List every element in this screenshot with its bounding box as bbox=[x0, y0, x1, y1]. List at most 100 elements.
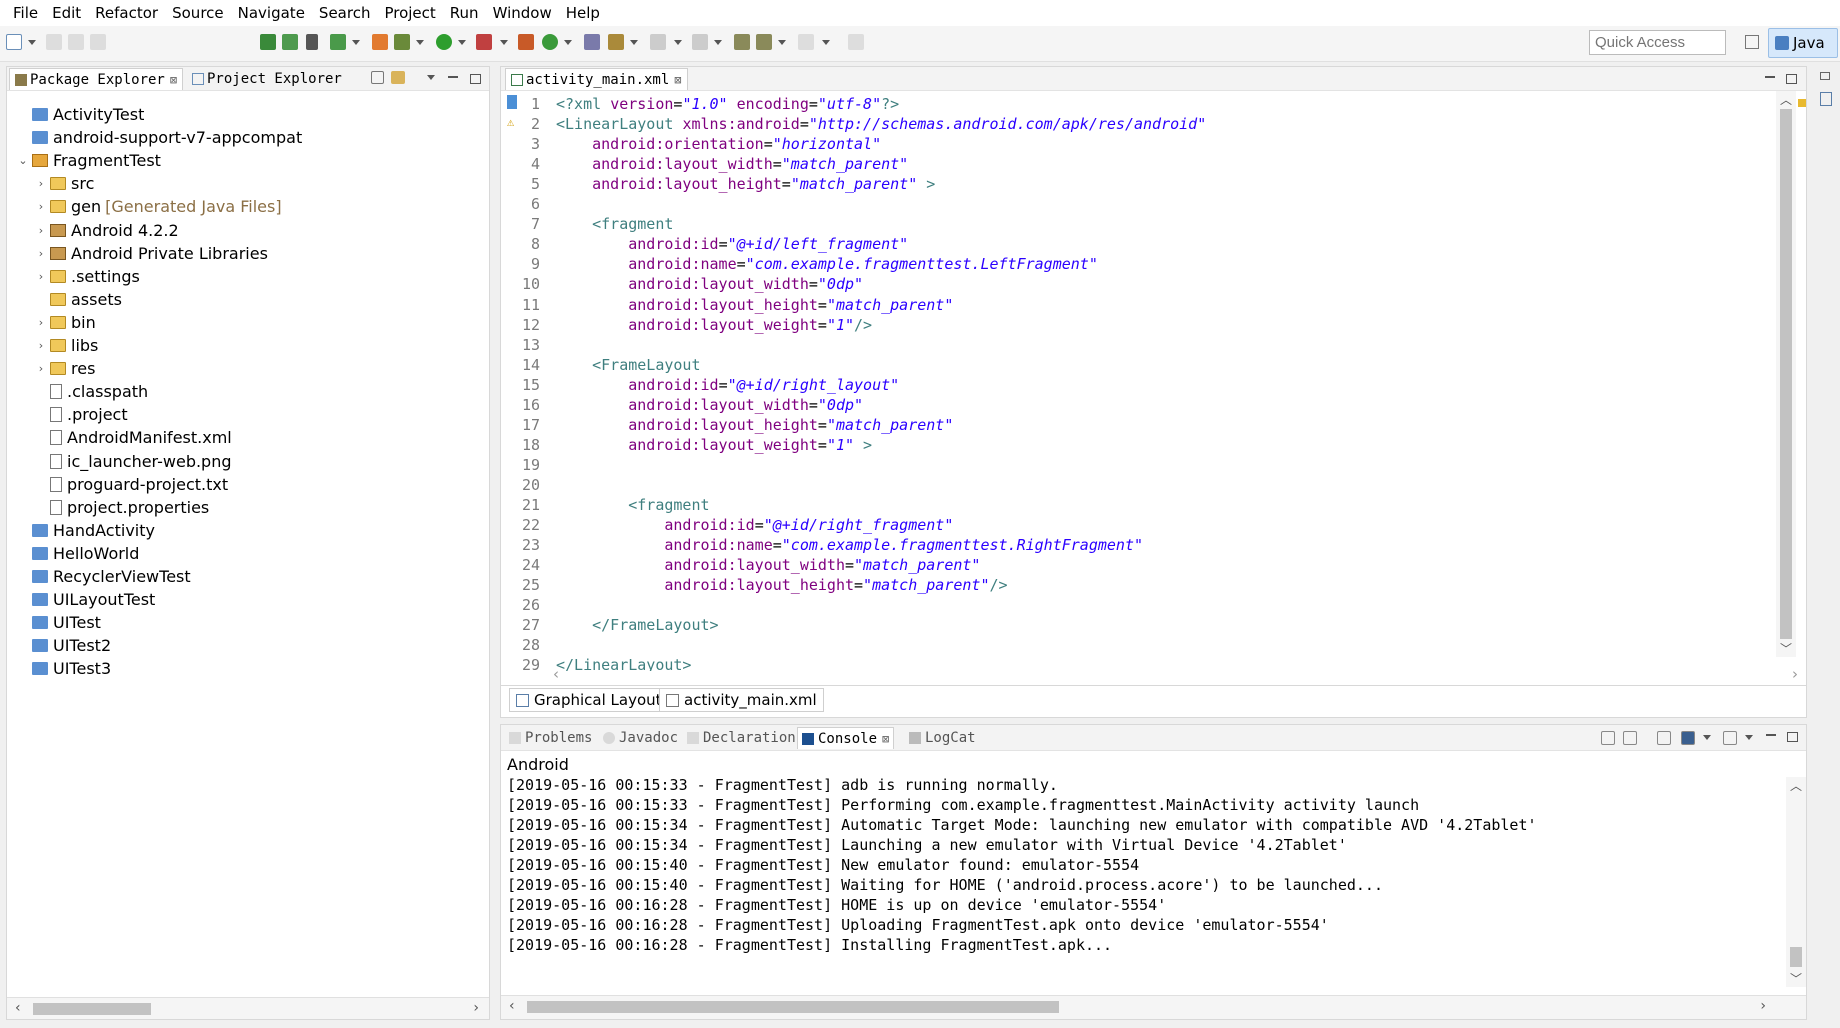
restore-icon[interactable] bbox=[1820, 72, 1830, 80]
minimize-icon[interactable] bbox=[1766, 734, 1776, 736]
quick-access-input[interactable] bbox=[1589, 30, 1726, 55]
tab-project-explorer[interactable]: Project Explorer bbox=[187, 68, 347, 90]
tree-item[interactable]: android-support-v7-appcompat bbox=[17, 126, 302, 149]
maximize-icon[interactable] bbox=[470, 74, 481, 84]
editor-hscroll[interactable]: ‹ › bbox=[553, 665, 1798, 683]
avd-manager-icon[interactable] bbox=[282, 34, 298, 50]
tree-item[interactable]: › bin bbox=[35, 311, 96, 334]
run-dropdown-icon[interactable] bbox=[458, 40, 466, 45]
next-annotation-dropdown-icon[interactable] bbox=[674, 40, 682, 45]
overview-ruler-warning-icon[interactable] bbox=[1798, 99, 1806, 107]
external-tools-icon[interactable] bbox=[476, 34, 492, 50]
debug-icon[interactable] bbox=[394, 34, 410, 50]
open-console-icon[interactable] bbox=[1723, 731, 1737, 745]
clear-console-icon[interactable] bbox=[1601, 731, 1615, 745]
chevron-right-icon[interactable]: › bbox=[35, 339, 47, 352]
tab-logcat[interactable]: LogCat bbox=[905, 727, 980, 749]
menu-window[interactable]: Window bbox=[486, 1, 559, 25]
java-perspective-button[interactable]: Java bbox=[1768, 28, 1838, 58]
tab-xml-source[interactable]: activity_main.xml bbox=[659, 688, 824, 712]
previous-annotation-icon[interactable] bbox=[692, 34, 708, 50]
package-explorer-hscroll[interactable]: ‹ › bbox=[7, 997, 489, 1019]
display-selected-console-icon[interactable] bbox=[1681, 731, 1695, 745]
menu-run[interactable]: Run bbox=[443, 1, 486, 25]
code-editor[interactable]: ⚠ 1 <?xml version="1.0" encoding="utf-8"?… bbox=[501, 91, 1806, 671]
new-java-class-icon[interactable] bbox=[542, 34, 558, 50]
scroll-left-icon[interactable]: ‹ bbox=[509, 998, 515, 1014]
scroll-thumb[interactable] bbox=[527, 1001, 1059, 1013]
outline-view-icon[interactable] bbox=[1820, 92, 1832, 106]
link-with-editor-icon[interactable] bbox=[391, 71, 405, 84]
print-icon[interactable] bbox=[90, 34, 106, 50]
new-class-dropdown-icon[interactable] bbox=[564, 40, 572, 45]
tree-item[interactable]: project.properties bbox=[35, 496, 209, 519]
tree-item[interactable]: HelloWorld bbox=[17, 542, 139, 565]
menu-edit[interactable]: Edit bbox=[45, 1, 88, 25]
lint-icon[interactable] bbox=[306, 34, 318, 50]
tab-package-explorer[interactable]: Package Explorer ⊠ bbox=[9, 68, 184, 90]
scroll-thumb[interactable] bbox=[33, 1003, 151, 1015]
chevron-down-icon[interactable]: ⌄ bbox=[17, 154, 29, 167]
tab-activity-main-xml[interactable]: activity_main.xml ⊠ bbox=[505, 68, 688, 90]
previous-annotation-dropdown-icon[interactable] bbox=[714, 40, 722, 45]
new-icon[interactable] bbox=[6, 34, 22, 50]
new-dropdown-icon[interactable] bbox=[28, 40, 36, 45]
tree-item[interactable]: assets bbox=[35, 288, 122, 311]
menu-source[interactable]: Source bbox=[165, 1, 231, 25]
scroll-up-icon[interactable]: ︿ bbox=[1780, 91, 1792, 108]
tree-item[interactable]: › Android 4.2.2 bbox=[35, 219, 179, 242]
last-edit-location-icon[interactable] bbox=[734, 34, 750, 50]
tree-item[interactable]: UITest2 bbox=[17, 634, 111, 657]
checklist-dropdown-icon[interactable] bbox=[352, 40, 360, 45]
console-vscroll[interactable]: ︿ ﹀ bbox=[1786, 777, 1806, 987]
tab-javadoc[interactable]: Javadoc bbox=[599, 727, 682, 749]
scroll-down-icon[interactable]: ﹀ bbox=[1780, 640, 1792, 657]
tab-problems[interactable]: Problems bbox=[505, 727, 596, 749]
back-icon[interactable] bbox=[756, 34, 772, 50]
scroll-lock-icon[interactable] bbox=[1623, 731, 1637, 745]
chevron-right-icon[interactable]: › bbox=[35, 270, 47, 283]
scroll-left-icon[interactable]: ‹ bbox=[553, 665, 559, 683]
tab-console[interactable]: Console ⊠ bbox=[797, 727, 895, 749]
tab-declaration[interactable]: Declaration bbox=[683, 727, 800, 749]
console-output[interactable]: [2019-05-16 00:15:33 - FragmentTest] adb… bbox=[507, 775, 1776, 955]
new-android-project-icon[interactable] bbox=[372, 34, 388, 50]
view-menu-icon[interactable] bbox=[427, 75, 435, 80]
tree-item[interactable]: proguard-project.txt bbox=[35, 473, 228, 496]
tree-item[interactable]: › gen [Generated Java Files] bbox=[35, 195, 282, 218]
tree-item[interactable]: HandActivity bbox=[17, 519, 155, 542]
save-icon[interactable] bbox=[46, 34, 62, 50]
back-dropdown-icon[interactable] bbox=[778, 40, 786, 45]
maximize-icon[interactable] bbox=[1786, 74, 1797, 84]
debug-dropdown-icon[interactable] bbox=[416, 40, 424, 45]
chevron-right-icon[interactable]: › bbox=[35, 247, 47, 260]
external-tools-dropdown-icon[interactable] bbox=[500, 40, 508, 45]
menu-navigate[interactable]: Navigate bbox=[231, 1, 312, 25]
close-icon[interactable]: ⊠ bbox=[170, 73, 177, 87]
android-sdk-manager-icon[interactable] bbox=[260, 34, 276, 50]
chevron-right-icon[interactable]: › bbox=[35, 200, 47, 213]
search-icon[interactable] bbox=[608, 34, 624, 50]
save-all-icon[interactable] bbox=[68, 34, 84, 50]
forward-icon[interactable] bbox=[798, 34, 814, 50]
tree-item[interactable]: ActivityTest bbox=[17, 103, 144, 126]
run-icon[interactable] bbox=[436, 34, 452, 50]
tab-graphical-layout[interactable]: Graphical Layout bbox=[509, 688, 668, 712]
scroll-thumb[interactable] bbox=[1790, 947, 1802, 967]
open-console-dropdown-icon[interactable] bbox=[1745, 735, 1753, 740]
tree-item[interactable]: › .settings bbox=[35, 265, 140, 288]
tree-item[interactable]: ic_launcher-web.png bbox=[35, 450, 232, 473]
scroll-thumb[interactable] bbox=[1780, 109, 1792, 639]
forward-dropdown-icon[interactable] bbox=[822, 40, 830, 45]
tree-item[interactable]: AndroidManifest.xml bbox=[35, 426, 232, 449]
close-icon[interactable]: ⊠ bbox=[882, 732, 889, 746]
menu-project[interactable]: Project bbox=[377, 1, 442, 25]
tree-item[interactable]: UITest3 bbox=[17, 657, 111, 680]
collapse-all-icon[interactable] bbox=[371, 71, 384, 84]
next-annotation-icon[interactable] bbox=[650, 34, 666, 50]
chevron-right-icon[interactable]: › bbox=[35, 362, 47, 375]
menu-help[interactable]: Help bbox=[559, 1, 607, 25]
menu-file[interactable]: File bbox=[6, 1, 45, 25]
close-icon[interactable]: ⊠ bbox=[674, 73, 681, 87]
scroll-left-icon[interactable]: ‹ bbox=[15, 1000, 21, 1016]
